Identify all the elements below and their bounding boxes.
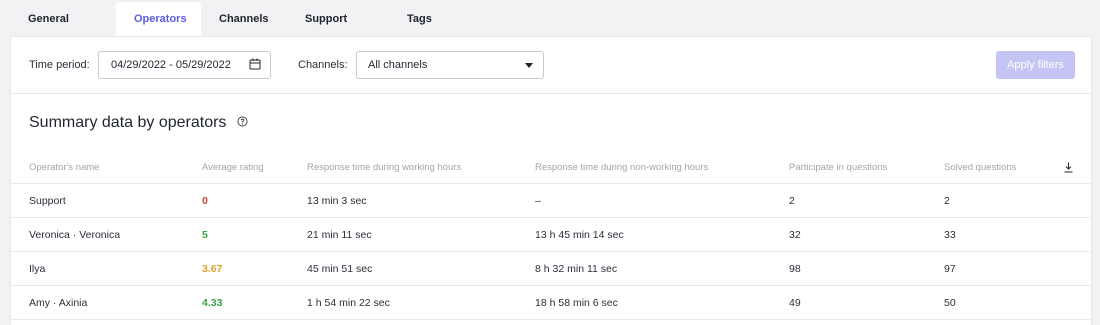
table-row: Veronica · Veronica 5 21 min 11 sec 13 h… [11, 218, 1091, 252]
solved-count: 97 [944, 263, 956, 275]
time-period-label: Time period: [29, 59, 90, 71]
help-circle-icon[interactable] [237, 116, 248, 127]
tab-support-quality[interactable]: Support quality [287, 2, 389, 59]
average-rating: 4.33 [202, 297, 223, 309]
response-working: 21 min 11 sec [307, 229, 372, 241]
header-response-non-working: Response time during non-working hours [535, 162, 709, 173]
table-row: Amy · Axinia 4.33 1 h 54 min 22 sec 18 h… [11, 286, 1091, 320]
section-title: Summary data by operators [29, 114, 227, 131]
header-solved: Solved questions [944, 162, 1017, 173]
response-non-working: 8 h 32 min 11 sec [535, 263, 618, 275]
solved-count: 33 [944, 229, 956, 241]
header-response-working: Response time during working hours [307, 162, 462, 173]
solved-count: 50 [944, 297, 956, 309]
report-panel: Time period: 04/29/2022 - 05/29/2022 Cha… [10, 36, 1092, 325]
table-row: Support 0 13 min 3 sec – 2 2 [11, 184, 1091, 218]
solved-count: 2 [944, 195, 950, 207]
calendar-icon[interactable] [249, 58, 261, 70]
tab-operators[interactable]: Operators [116, 2, 201, 36]
header-operator-name: Operator's name [29, 162, 100, 173]
operator-name: Amy · Axinia [29, 297, 88, 309]
tab-channels[interactable]: Channels [201, 2, 287, 36]
response-non-working: – [535, 195, 541, 207]
response-working: 45 min 51 sec [307, 263, 373, 275]
table-row: Ilya 3.67 45 min 51 sec 8 h 32 min 11 se… [11, 252, 1091, 286]
average-rating: 5 [202, 229, 208, 241]
operator-name: Support [29, 195, 66, 207]
date-range-value: 04/29/2022 - 05/29/2022 [111, 59, 231, 71]
participate-count: 98 [789, 263, 801, 275]
date-range-field[interactable]: 04/29/2022 - 05/29/2022 [98, 51, 271, 79]
header-participate: Participate in questions [789, 162, 888, 173]
channels-label: Channels: [298, 59, 348, 71]
table-header: Operator's name Average rating Response … [11, 150, 1091, 184]
apply-filters-button[interactable]: Apply filters [996, 51, 1075, 79]
tab-tags[interactable]: Tags [389, 2, 449, 36]
participate-count: 2 [789, 195, 795, 207]
response-working: 1 h 54 min 22 sec [307, 297, 390, 309]
participate-count: 49 [789, 297, 801, 309]
channels-select[interactable]: All channels [356, 51, 544, 79]
response-working: 13 min 3 sec [307, 195, 367, 207]
tab-general-report[interactable]: General report [10, 2, 116, 59]
participate-count: 32 [789, 229, 801, 241]
average-rating: 0 [202, 195, 208, 207]
response-non-working: 13 h 45 min 14 sec [535, 229, 624, 241]
chevron-down-icon [525, 63, 533, 68]
channels-select-value: All channels [368, 59, 428, 71]
filters-bar: Time period: 04/29/2022 - 05/29/2022 Cha… [11, 37, 1091, 94]
operator-name: Ilya [29, 263, 46, 275]
report-tabs: General report Operators Channels Suppor… [10, 2, 449, 59]
header-average-rating: Average rating [202, 162, 264, 173]
response-non-working: 18 h 58 min 6 sec [535, 297, 618, 309]
operator-name: Veronica · Veronica [29, 229, 121, 241]
download-icon[interactable] [1063, 162, 1074, 173]
average-rating: 3.67 [202, 263, 223, 275]
